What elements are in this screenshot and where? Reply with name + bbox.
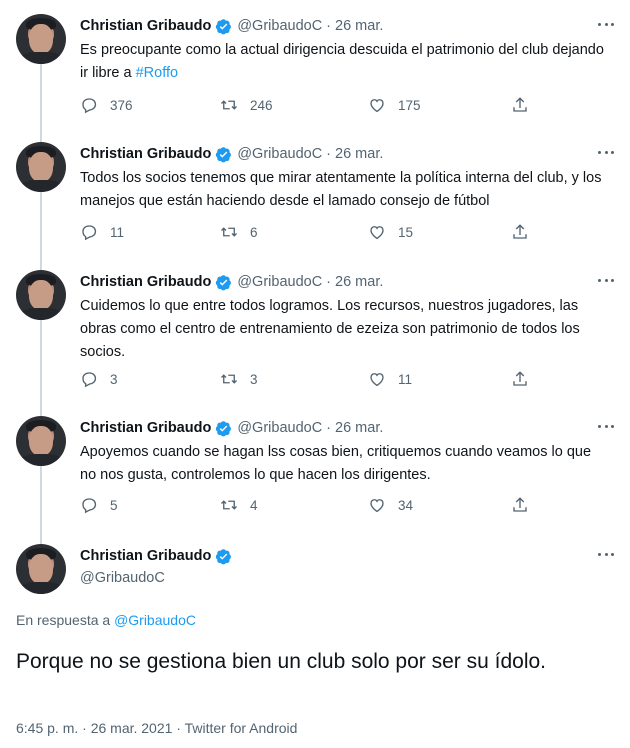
share-icon	[513, 371, 527, 386]
like-icon	[370, 373, 384, 387]
avatar[interactable]	[16, 14, 66, 64]
tweet[interactable]: Christian Gribaudo @GribaudoC · 26 mar. …	[0, 270, 630, 406]
tweet-actions: 376 246 175	[80, 96, 540, 116]
reply-icon	[82, 98, 97, 114]
author-handle[interactable]: @GribaudoC	[237, 420, 322, 436]
more-icon[interactable]	[596, 544, 616, 564]
tweet-header: Christian Gribaudo	[80, 546, 232, 566]
tweet-text: Apoyemos cuando se hagan lss cosas bien,…	[80, 444, 592, 483]
reply-button[interactable]: 11	[80, 223, 124, 241]
retweet-button[interactable]: 6	[220, 223, 258, 241]
retweet-button[interactable]: 4	[220, 496, 258, 514]
tweet-actions: 5 4 34	[80, 496, 540, 516]
tweet-actions: 3 3 11	[80, 370, 540, 390]
tweet[interactable]: Christian Gribaudo @GribaudoC · 26 mar. …	[0, 14, 630, 130]
avatar[interactable]	[16, 544, 66, 594]
share-button[interactable]	[511, 370, 529, 388]
author-name[interactable]: Christian Gribaudo	[80, 420, 211, 436]
author-name[interactable]: Christian Gribaudo	[80, 548, 211, 564]
reply-to-handle-link[interactable]: @GribaudoC	[114, 612, 196, 628]
verified-badge-icon	[216, 420, 232, 436]
like-button[interactable]: 11	[368, 370, 412, 388]
reply-button[interactable]: 376	[80, 96, 133, 114]
tweet-timestamp[interactable]: 6:45 p. m. · 26 mar. 2021 · Twitter for …	[16, 720, 297, 736]
tweet-text: Todos los socios tenemos que mirar atent…	[80, 170, 602, 209]
more-icon[interactable]	[596, 142, 616, 162]
like-icon	[370, 499, 384, 513]
tweet[interactable]: Christian Gribaudo @GribaudoC · 26 mar. …	[0, 142, 630, 258]
like-button[interactable]: 34	[368, 496, 413, 514]
tweet-header: Christian Gribaudo @GribaudoC · 26 mar.	[80, 420, 384, 436]
share-button[interactable]	[511, 223, 529, 241]
verified-badge-icon	[216, 274, 232, 290]
tweet-text: Cuidemos lo que entre todos logramos. Lo…	[80, 298, 580, 360]
author-handle[interactable]: @GribaudoC	[237, 146, 322, 162]
author-name[interactable]: Christian Gribaudo	[80, 274, 211, 290]
retweet-button[interactable]: 3	[220, 370, 258, 388]
avatar[interactable]	[16, 416, 66, 466]
avatar[interactable]	[16, 142, 66, 192]
verified-badge-icon	[216, 18, 232, 34]
more-icon[interactable]	[596, 14, 616, 34]
tweet-text: Es preocupante como la actual dirigencia…	[80, 42, 604, 81]
tweet-date[interactable]: 26 mar.	[335, 420, 383, 436]
tweet-date[interactable]: 26 mar.	[335, 18, 383, 34]
reply-button[interactable]: 5	[80, 496, 118, 514]
verified-badge-icon	[216, 548, 232, 564]
main-tweet-text: Porque no se gestiona bien un club solo …	[16, 650, 547, 673]
share-icon	[513, 97, 527, 112]
tweet-actions: 11 6 15	[80, 223, 540, 243]
like-button[interactable]: 15	[368, 223, 413, 241]
hashtag-link[interactable]: #Roffo	[136, 65, 178, 81]
like-icon	[370, 226, 384, 240]
tweet[interactable]: Christian Gribaudo @GribaudoC · 26 mar. …	[0, 416, 630, 532]
reply-context: En respuesta a @GribaudoC	[16, 612, 196, 628]
author-name[interactable]: Christian Gribaudo	[80, 18, 211, 34]
retweet-icon	[221, 100, 237, 110]
share-button[interactable]	[511, 96, 529, 114]
tweet-header: Christian Gribaudo @GribaudoC · 26 mar.	[80, 274, 384, 290]
share-button[interactable]	[511, 496, 529, 514]
tweet-date[interactable]: 26 mar.	[335, 274, 383, 290]
main-tweet[interactable]: Christian Gribaudo @GribaudoC	[0, 544, 630, 744]
author-handle[interactable]: @GribaudoC	[80, 570, 165, 586]
reply-icon	[82, 372, 97, 388]
author-name[interactable]: Christian Gribaudo	[80, 146, 211, 162]
avatar[interactable]	[16, 270, 66, 320]
author-handle[interactable]: @GribaudoC	[237, 274, 322, 290]
retweet-icon	[221, 374, 237, 384]
tweet-header: Christian Gribaudo @GribaudoC · 26 mar.	[80, 146, 384, 162]
author-handle[interactable]: @GribaudoC	[237, 18, 322, 34]
retweet-icon	[221, 500, 237, 510]
reply-icon	[82, 498, 97, 514]
tweet-header: Christian Gribaudo @GribaudoC · 26 mar.	[80, 18, 384, 34]
tweet-date[interactable]: 26 mar.	[335, 146, 383, 162]
reply-button[interactable]: 3	[80, 370, 118, 388]
retweet-icon	[221, 227, 237, 237]
verified-badge-icon	[216, 146, 232, 162]
retweet-button[interactable]: 246	[220, 96, 273, 114]
reply-icon	[82, 225, 97, 241]
like-button[interactable]: 175	[368, 96, 421, 114]
share-icon	[513, 224, 527, 239]
more-icon[interactable]	[596, 416, 616, 436]
like-icon	[370, 99, 384, 113]
more-icon[interactable]	[596, 270, 616, 290]
share-icon	[513, 497, 527, 512]
